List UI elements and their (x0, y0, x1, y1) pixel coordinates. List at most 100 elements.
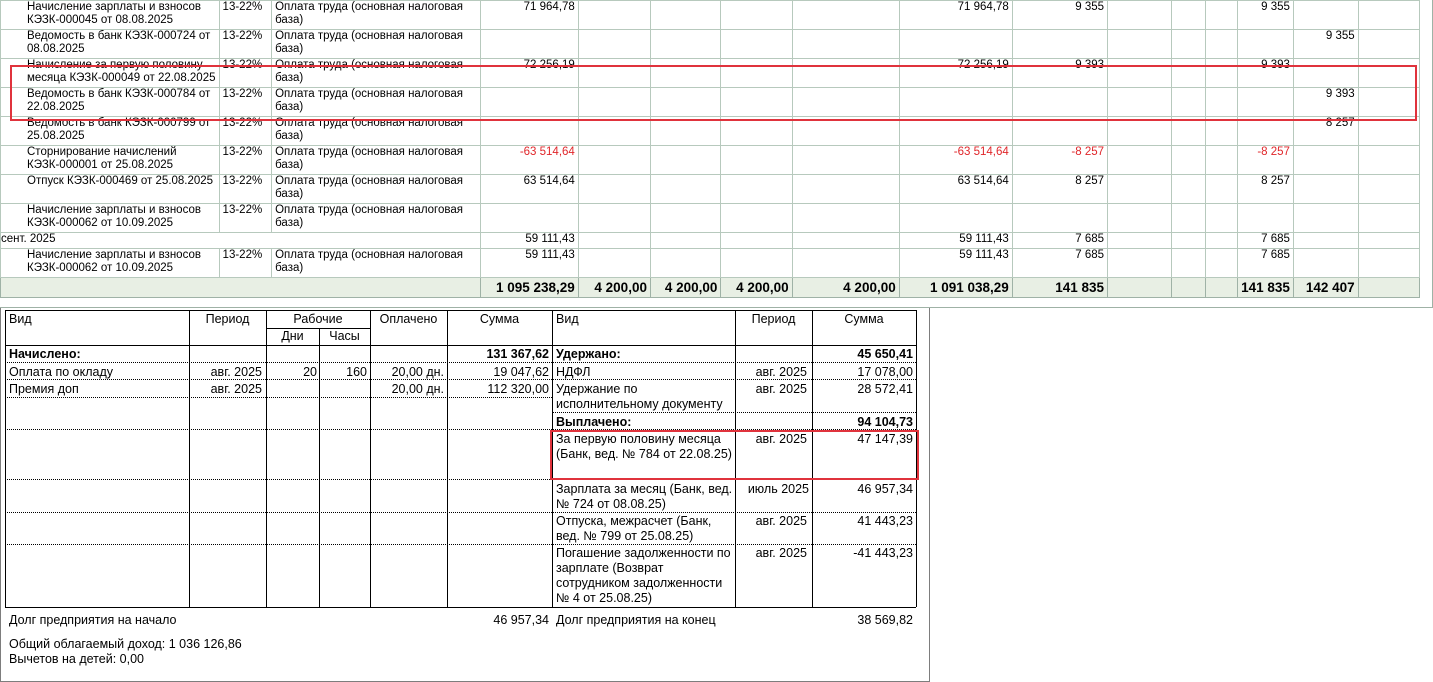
amount-cell: -63 514,64 (479, 145, 579, 175)
debt-start-label: Долг предприятия на начало (9, 613, 177, 627)
tax-rate: 13-22% (218, 0, 273, 30)
amount-cell: 9 393 (1237, 58, 1294, 88)
amount-cell (1292, 232, 1359, 249)
amount-cell: 7 685 (1237, 232, 1294, 249)
withholding-sum: 28 572,41 (857, 382, 913, 396)
amount-cell (1237, 203, 1294, 233)
empty-cell (1357, 203, 1420, 233)
totals-label-cell (0, 277, 481, 298)
slip-top-border (5, 310, 916, 311)
amount-cell: 59 111,43 (898, 248, 1013, 278)
amount-cell (1204, 174, 1239, 204)
amount-cell (649, 0, 722, 30)
amount-cell: -8 257 (1011, 145, 1109, 175)
income-type: Оплата труда (основная налоговая база) (271, 29, 481, 59)
slip-body-bottom (5, 607, 916, 608)
slip-col-line-2 (266, 310, 267, 607)
amount-cell (791, 87, 900, 117)
row-sep (5, 397, 552, 398)
amount-cell (791, 248, 900, 278)
amount-cell: 7 685 (1011, 232, 1109, 249)
amount-cell (1170, 174, 1206, 204)
debt-end-label: Долг предприятия на конец (556, 613, 716, 627)
total-amount: 4 200,00 (649, 277, 722, 298)
amount-cell (720, 174, 793, 204)
debt-start-value: 46 957,34 (493, 613, 549, 627)
tax-rate: 13-22% (218, 116, 273, 146)
payment-sum: 41 443,23 (857, 514, 913, 528)
accrual-name: Оплата по окладу (9, 365, 114, 379)
slip-header-bottom (5, 345, 916, 346)
amount-cell (1170, 58, 1206, 88)
amount-cell (791, 29, 900, 59)
document-name: Сторнирование начислений КЭЗК-000001 от … (0, 145, 220, 175)
amount-cell: 9 355 (1292, 29, 1359, 59)
amount-cell (1292, 203, 1359, 233)
amount-cell: 72 256,19 (898, 58, 1013, 88)
total-amount: 4 200,00 (720, 277, 793, 298)
amount-cell (791, 116, 900, 146)
payment-sum: -41 443,23 (853, 546, 913, 560)
amount-cell (720, 58, 793, 88)
income-type: Оплата труда (основная налоговая база) (271, 87, 481, 117)
empty-cell (1357, 29, 1420, 59)
amount-cell (1204, 232, 1239, 249)
slip-col-line-6 (552, 310, 553, 607)
total-amount: 141 835 (1011, 277, 1109, 298)
amount-cell (1292, 0, 1359, 30)
register-row: Начисление зарплаты и взносов КЭЗК-00006… (0, 203, 1432, 233)
row-sep (5, 429, 916, 430)
row-sep (5, 512, 916, 513)
amount-cell (1170, 248, 1206, 278)
amount-cell (1170, 87, 1206, 117)
register-row: Начисление за первую половину месяца КЭЗ… (0, 58, 1432, 88)
amount-cell (1107, 232, 1172, 249)
accrual-hours: 160 (346, 365, 367, 379)
withholding-sum: 17 078,00 (857, 365, 913, 379)
payment-sum: 47 147,39 (857, 432, 913, 446)
col-header-period-right: Период (751, 312, 796, 326)
amount-cell: 59 111,43 (479, 232, 579, 249)
debt-end-value: 38 569,82 (857, 613, 913, 627)
month-label: сент. 2025 (0, 232, 481, 249)
row-sep (5, 544, 916, 545)
amount-cell (649, 29, 722, 59)
amount-cell (720, 87, 793, 117)
total-amount: 1 091 038,29 (898, 277, 1013, 298)
amount-cell: 71 964,78 (479, 0, 579, 30)
income-type: Оплата труда (основная налоговая база) (271, 58, 481, 88)
amount-cell (577, 248, 651, 278)
document-name: Ведомость в банк КЭЗК-000784 от 22.08.20… (0, 87, 220, 117)
col-header-days: Дни (281, 329, 304, 343)
accrual-period: авг. 2025 (210, 382, 262, 396)
amount-cell (1204, 29, 1239, 59)
slip-col-line-4 (370, 310, 371, 607)
income-type: Оплата труда (основная налоговая база) (271, 0, 481, 30)
amount-cell (1204, 203, 1239, 233)
amount-cell (649, 58, 722, 88)
month-subtotal-row: сент. 2025 59 111,43 59 111,43 7 685 7 685 (0, 232, 1432, 249)
col-header-paid: Оплачено (379, 312, 438, 326)
payment-sum: 46 957,34 (857, 482, 913, 496)
empty-cell (1357, 87, 1420, 117)
row-sep (5, 479, 916, 480)
slip-col-line-1 (189, 310, 190, 607)
tax-register-table: Начисление зарплаты и взносов КЭЗК-00004… (0, 0, 1432, 298)
amount-cell (479, 203, 579, 233)
withholding-period: авг. 2025 (755, 365, 807, 379)
child-deductions: Вычетов на детей: 0,00 (9, 652, 144, 666)
amount-cell (791, 58, 900, 88)
amount-cell: 8 257 (1011, 174, 1109, 204)
document-name: Ведомость в банк КЭЗК-000799 от 25.08.20… (0, 116, 220, 146)
amount-cell (898, 29, 1013, 59)
withholding-name: НДФЛ (556, 365, 591, 379)
tax-rate: 13-22% (218, 145, 273, 175)
accrued-label: Начислено: (9, 347, 81, 361)
taxable-income: Общий облагаемый доход: 1 036 126,86 (9, 637, 242, 651)
amount-cell (479, 87, 579, 117)
amount-cell (1107, 58, 1172, 88)
total-amount (1170, 277, 1206, 298)
amount-cell (720, 29, 793, 59)
amount-cell (720, 145, 793, 175)
empty-cell (1357, 232, 1420, 249)
